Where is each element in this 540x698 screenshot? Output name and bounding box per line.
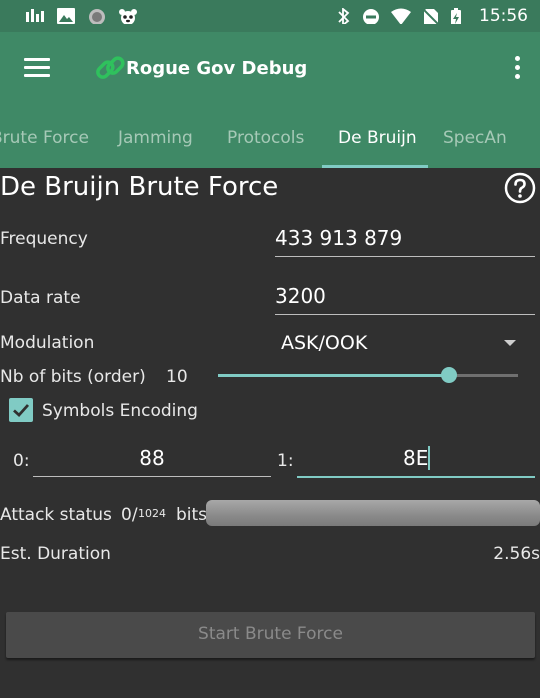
modulation-label: Modulation [0, 333, 95, 353]
slider-fill [218, 374, 449, 377]
clock: 15:56 [479, 6, 528, 26]
app-toolbar: Rogue Gov Debug [0, 32, 540, 104]
tab-specan[interactable]: SpecAn [443, 128, 507, 148]
no-sim-icon [422, 8, 440, 24]
do-not-disturb-icon [363, 9, 379, 24]
tab-de-bruijn[interactable]: De Bruijn [338, 128, 417, 148]
dropdown-caret-icon [504, 340, 516, 346]
status-bar: 15:56 [0, 0, 540, 32]
image-icon [57, 8, 75, 24]
symbols-encoding-checkbox[interactable] [9, 398, 33, 422]
data-rate-value: 3200 [275, 284, 326, 308]
duration-value: 2.56s [493, 544, 540, 564]
start-button-label: Start Brute Force [198, 624, 343, 644]
attack-progress-bar [206, 500, 540, 526]
battery-charging-icon [451, 8, 461, 24]
symbol-1-label: 1: [277, 451, 294, 471]
progress-count: 0/ [121, 505, 138, 525]
symbols-encoding-label: Symbols Encoding [42, 401, 198, 421]
hamburger-menu-icon[interactable] [24, 58, 50, 78]
tab-brute-force[interactable]: Brute Force [0, 128, 89, 148]
duration-label: Est. Duration [0, 544, 111, 564]
help-icon[interactable] [504, 172, 536, 204]
symbol-0-label: 0: [13, 451, 30, 471]
symbol-0-value: 88 [139, 446, 165, 470]
attack-status-label: Attack status [0, 505, 112, 525]
text-cursor [428, 446, 430, 470]
start-brute-force-button[interactable]: Start Brute Force [6, 612, 535, 658]
record-icon [89, 9, 105, 24]
bits-value: 10 [166, 367, 188, 387]
chain-link-icon [96, 56, 125, 79]
bits-slider[interactable] [218, 367, 518, 383]
progress-unit: bits [176, 505, 208, 525]
wifi-icon [391, 8, 411, 24]
page-title: De Bruijn Brute Force [0, 172, 279, 202]
tab-bar: Brute Force Jamming Protocols De Bruijn … [0, 104, 540, 168]
progress-total: 1024 [138, 507, 166, 520]
modulation-value: ASK/OOK [281, 332, 368, 354]
modulation-dropdown[interactable]: ASK/OOK [274, 326, 534, 360]
slider-thumb[interactable] [441, 367, 457, 383]
data-rate-label: Data rate [0, 288, 81, 308]
bits-label: Nb of bits (order) [0, 367, 146, 387]
panda-icon [119, 9, 137, 24]
symbol-1-input[interactable]: 8E [297, 442, 535, 478]
symbol-0-input[interactable]: 88 [33, 442, 271, 477]
tab-protocols[interactable]: Protocols [227, 128, 304, 148]
frequency-label: Frequency [0, 229, 88, 249]
symbol-1-value: 8E [403, 446, 429, 470]
overflow-menu-icon[interactable] [512, 56, 522, 82]
active-tab-indicator [322, 165, 428, 168]
frequency-input[interactable]: 433 913 879 [275, 222, 535, 257]
tab-jamming[interactable]: Jamming [118, 128, 193, 148]
data-rate-input[interactable]: 3200 [275, 280, 535, 315]
app-title: Rogue Gov Debug [126, 58, 308, 79]
bluetooth-icon [338, 8, 350, 24]
frequency-value: 433 913 879 [275, 226, 403, 250]
signal-bars-icon [26, 9, 44, 22]
